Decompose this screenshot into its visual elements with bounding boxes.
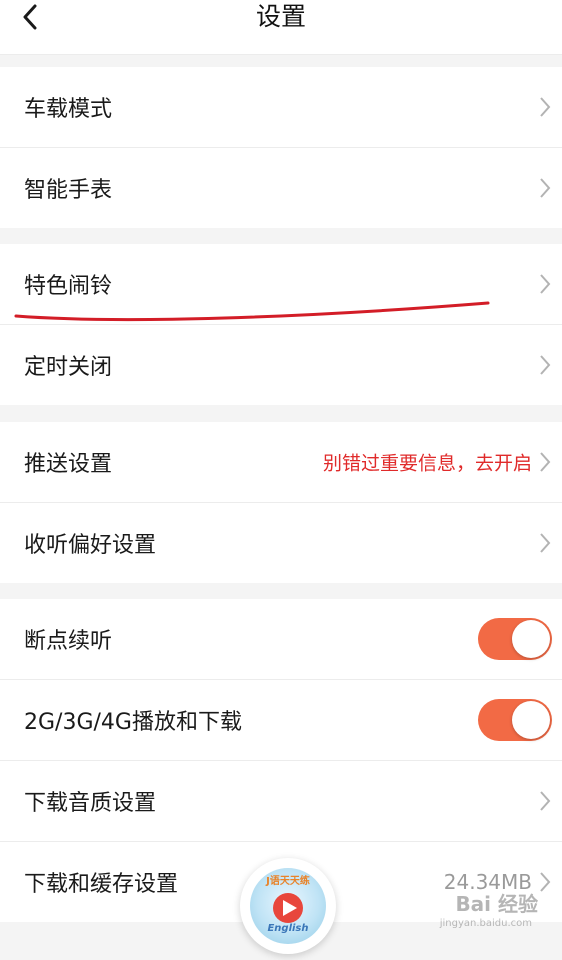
chevron-right-icon bbox=[540, 872, 551, 892]
row-label: 特色闹铃 bbox=[24, 274, 113, 299]
push-promo-text: 别错过重要信息，去开启 bbox=[322, 452, 532, 475]
resume-playback-toggle[interactable] bbox=[478, 618, 552, 660]
row-alarm[interactable]: 特色闹铃 bbox=[0, 244, 562, 325]
row-label: 2G/3G/4G播放和下载 bbox=[24, 710, 242, 735]
row-label: 推送设置 bbox=[24, 452, 113, 477]
row-label: 定时关闭 bbox=[24, 355, 113, 380]
chevron-right-icon bbox=[540, 178, 551, 198]
album-cover: J语天天练 English bbox=[250, 868, 326, 944]
chevron-right-icon bbox=[540, 452, 551, 472]
row-label: 断点续听 bbox=[24, 629, 113, 654]
watermark-logo: Bai 经验 bbox=[455, 892, 538, 916]
row-download-quality[interactable]: 下载音质设置 bbox=[0, 761, 562, 842]
row-sleep-timer[interactable]: 定时关闭 bbox=[0, 325, 562, 405]
mini-player[interactable]: J语天天练 English bbox=[240, 858, 336, 954]
chevron-right-icon bbox=[540, 274, 551, 294]
row-label: 车载模式 bbox=[24, 97, 113, 122]
row-label: 下载和缓存设置 bbox=[24, 872, 179, 897]
cover-subtitle: English bbox=[267, 923, 309, 934]
row-smart-watch[interactable]: 智能手表 bbox=[0, 148, 562, 228]
row-mobile-data-playback: 2G/3G/4G播放和下载 bbox=[0, 680, 562, 761]
row-car-mode[interactable]: 车载模式 bbox=[0, 67, 562, 148]
chevron-right-icon bbox=[540, 355, 551, 375]
chevron-right-icon bbox=[540, 791, 551, 811]
chevron-right-icon bbox=[540, 97, 551, 117]
page-title: 设置 bbox=[255, 2, 306, 31]
settings-group-1: 车载模式 智能手表 bbox=[0, 67, 562, 228]
chevron-right-icon bbox=[540, 533, 551, 553]
toggle-knob bbox=[512, 620, 550, 658]
row-label: 下载音质设置 bbox=[24, 791, 157, 816]
settings-group-3: 推送设置 别错过重要信息，去开启 收听偏好设置 bbox=[0, 422, 562, 583]
toggle-knob bbox=[512, 701, 550, 739]
row-resume-playback: 断点续听 bbox=[0, 599, 562, 680]
row-label: 智能手表 bbox=[24, 178, 113, 203]
nav-header: 设置 bbox=[0, 0, 562, 55]
settings-group-2: 特色闹铃 定时关闭 bbox=[0, 244, 562, 405]
mobile-data-toggle[interactable] bbox=[478, 699, 552, 741]
row-listening-preferences[interactable]: 收听偏好设置 bbox=[0, 503, 562, 583]
row-label: 收听偏好设置 bbox=[24, 533, 157, 558]
row-push-settings[interactable]: 推送设置 别错过重要信息，去开启 bbox=[0, 422, 562, 503]
watermark-url: jingyan.baidu.com bbox=[439, 918, 532, 929]
